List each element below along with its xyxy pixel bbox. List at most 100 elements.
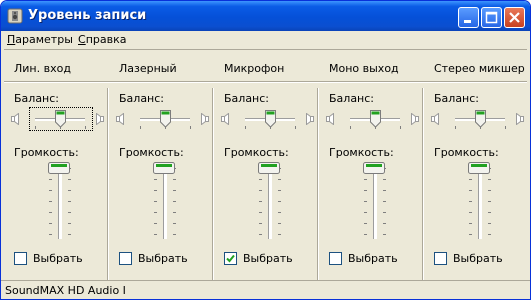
channel-column: Стерео микшер Баланс: Громкость: Выбрать: [424, 50, 525, 280]
volume-tick: [488, 201, 491, 202]
balance-slider[interactable]: [324, 105, 419, 133]
volume-tick: [173, 201, 176, 202]
volume-tick: [49, 223, 52, 224]
volume-slider[interactable]: [464, 162, 504, 242]
balance-thumb[interactable]: [54, 110, 67, 131]
maximize-button[interactable]: [481, 7, 502, 28]
volume-label: Громкость:: [14, 146, 79, 159]
volume-tick: [173, 212, 176, 213]
volume-tick: [154, 179, 157, 180]
volume-tick: [469, 179, 472, 180]
volume-tick: [364, 234, 367, 235]
menu-parameters[interactable]: Параметры: [7, 33, 73, 46]
balance-label: Баланс:: [329, 92, 375, 105]
balance-label: Баланс:: [14, 92, 60, 105]
volume-slider[interactable]: [44, 162, 84, 242]
balance-thumb[interactable]: [474, 110, 487, 131]
volume-tick: [488, 223, 491, 224]
volume-tick: [488, 190, 491, 191]
speaker-icon[interactable]: [7, 8, 23, 24]
volume-tick: [49, 212, 52, 213]
volume-tick: [154, 212, 157, 213]
checkmark-icon: [226, 254, 235, 263]
volume-thumb[interactable]: [363, 162, 385, 177]
checkbox-checked[interactable]: [224, 252, 237, 265]
volume-tick: [278, 223, 281, 224]
volume-label: Громкость:: [224, 146, 289, 159]
volume-tick: [383, 234, 386, 235]
speaker-right-icon: [409, 112, 419, 128]
channel-name: Микрофон: [224, 62, 285, 75]
volume-slider[interactable]: [359, 162, 399, 242]
volume-tick: [259, 212, 262, 213]
checkbox-unchecked[interactable]: [14, 252, 27, 265]
volume-tick: [278, 179, 281, 180]
balance-thumb[interactable]: [369, 110, 382, 131]
volume-tick: [383, 179, 386, 180]
close-button[interactable]: [504, 7, 525, 28]
balance-thumb[interactable]: [159, 110, 172, 131]
select-label: Выбрать: [138, 252, 188, 265]
select-label: Выбрать: [243, 252, 293, 265]
channel-name: Стерео микшер: [434, 62, 525, 75]
balance-label: Баланс:: [224, 92, 270, 105]
volume-tick: [68, 201, 71, 202]
volume-tick: [49, 234, 52, 235]
volume-tick: [488, 179, 491, 180]
title-bar[interactable]: Уровень записи: [1, 1, 530, 31]
volume-tick: [469, 190, 472, 191]
speaker-right-icon: [304, 112, 314, 128]
select-label: Выбрать: [33, 252, 83, 265]
volume-slider[interactable]: [254, 162, 294, 242]
balance-thumb[interactable]: [264, 110, 277, 131]
checkbox-unchecked[interactable]: [119, 252, 132, 265]
balance-slider[interactable]: [219, 105, 314, 133]
speaker-left-icon: [326, 112, 336, 128]
volume-tick: [173, 234, 176, 235]
volume-thumb[interactable]: [153, 162, 175, 177]
volume-tick: [278, 234, 281, 235]
channel-column: Моно выход Баланс: Громкость: Выбрать: [319, 50, 419, 280]
volume-thumb[interactable]: [468, 162, 490, 177]
volume-tick: [278, 201, 281, 202]
checkbox-unchecked[interactable]: [329, 252, 342, 265]
mixer-panel: Лин. вход Баланс: Громкость: Выбрать Лазерны…: [4, 49, 527, 280]
volume-tick: [68, 234, 71, 235]
volume-label: Громкость:: [434, 146, 499, 159]
status-device: SoundMAX HD Audio I: [5, 284, 126, 297]
volume-tick: [278, 190, 281, 191]
balance-slider[interactable]: [429, 105, 524, 133]
volume-slider[interactable]: [149, 162, 189, 242]
close-icon: [509, 12, 520, 23]
checkbox-unchecked[interactable]: [434, 252, 447, 265]
balance-slider[interactable]: [9, 105, 104, 133]
channel-column: Микрофон Баланс: Громкость: Выбрать: [214, 50, 314, 280]
volume-tick: [68, 190, 71, 191]
volume-tick: [154, 190, 157, 191]
minimize-icon: [464, 20, 471, 23]
volume-tick: [68, 179, 71, 180]
volume-tick: [154, 234, 157, 235]
select-label: Выбрать: [453, 252, 503, 265]
channel-name: Лазерный: [119, 62, 177, 75]
volume-tick: [488, 234, 491, 235]
volume-tick: [383, 212, 386, 213]
volume-tick: [383, 201, 386, 202]
volume-tick: [173, 190, 176, 191]
channel-column: Лазерный Баланс: Громкость: Выбрать: [109, 50, 209, 280]
balance-label: Баланс:: [434, 92, 480, 105]
volume-tick: [259, 223, 262, 224]
balance-slider[interactable]: [114, 105, 209, 133]
volume-tick: [173, 179, 176, 180]
volume-tick: [469, 234, 472, 235]
volume-tick: [469, 212, 472, 213]
menu-help[interactable]: Справка: [78, 33, 126, 46]
maximize-icon: [485, 11, 498, 24]
volume-thumb[interactable]: [48, 162, 70, 177]
minimize-button[interactable]: [458, 7, 479, 28]
volume-tick: [364, 212, 367, 213]
speaker-right-icon: [199, 112, 209, 128]
volume-tick: [383, 223, 386, 224]
volume-tick: [364, 190, 367, 191]
volume-thumb[interactable]: [258, 162, 280, 177]
